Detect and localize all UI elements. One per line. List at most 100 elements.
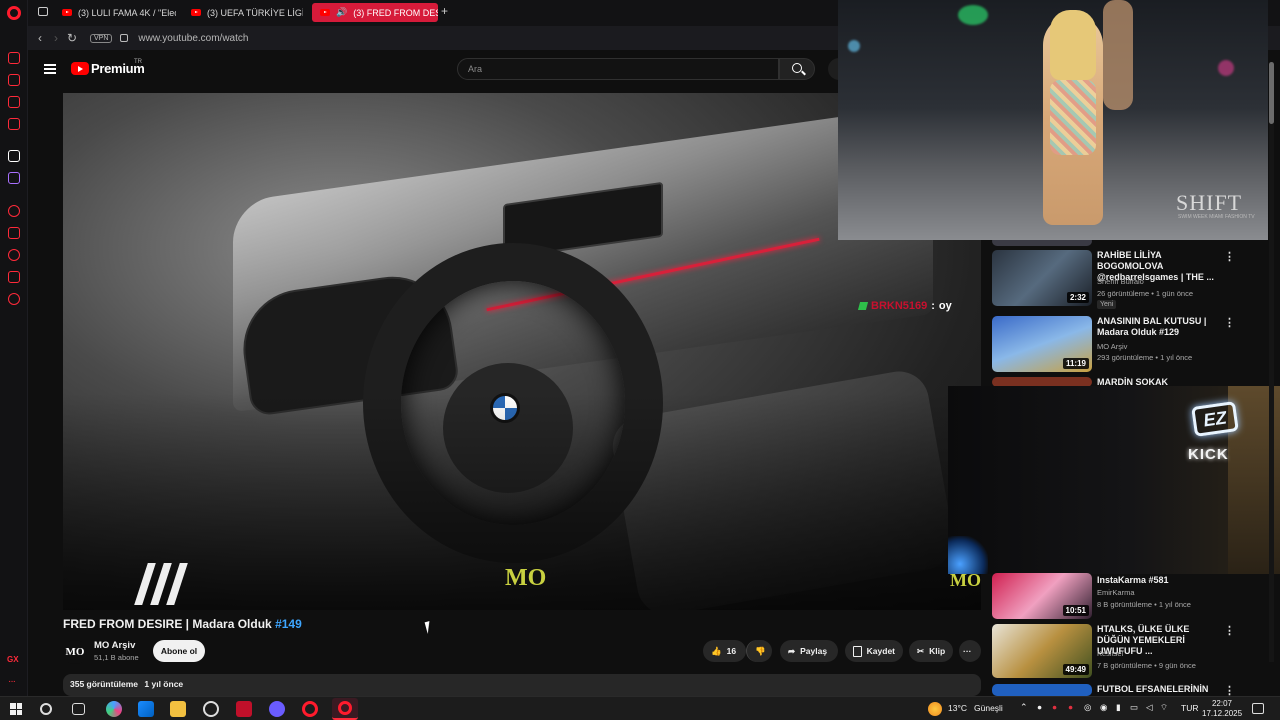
clock[interactable]: 22:07 17.12.2025	[1202, 699, 1242, 719]
subscribe-button[interactable]: Abone ol	[153, 640, 205, 662]
share-button[interactable]: ➦ Paylaş	[780, 640, 838, 662]
twitch-icon[interactable]	[8, 172, 20, 184]
video-thumbnail[interactable]: 11:19	[992, 316, 1092, 372]
channel-name[interactable]: Sheriff Buffalo	[1097, 277, 1144, 286]
scrollbar-thumb[interactable]	[1269, 62, 1274, 124]
discord-icon[interactable]	[269, 701, 285, 717]
steam-icon[interactable]	[203, 701, 219, 717]
video-title[interactable]: InstaKarma #581	[1097, 575, 1223, 586]
channel-name[interactable]: Kesitsel	[1097, 649, 1123, 658]
back-arrow-icon[interactable]	[8, 52, 20, 64]
clip-button[interactable]: ✂ Klip	[909, 640, 953, 662]
video-duration: 49:49	[1062, 664, 1089, 675]
video-meta: 8 B görüntüleme • 1 yıl önce	[1097, 600, 1191, 609]
weather-desc[interactable]: Güneşli	[974, 703, 1003, 713]
tab-overview-icon[interactable]	[38, 7, 48, 16]
more-icon[interactable]: ···	[8, 676, 16, 687]
channel-avatar[interactable]: MO	[63, 640, 87, 664]
microphone-icon[interactable]: ▮	[1116, 702, 1121, 713]
tray-app-icon[interactable]: ◉	[1100, 702, 1107, 713]
video-duration: 10:51	[1062, 605, 1089, 616]
reload-icon[interactable]: ↻	[64, 31, 80, 45]
more-options-icon[interactable]: ⋮	[1224, 250, 1235, 263]
wifi-icon[interactable]: ⌔	[1160, 702, 1168, 713]
task-view-icon[interactable]	[72, 703, 85, 715]
recommendation-item[interactable]: 2:32 RAHİBE LİLİYA BOGOMOLOVA @redbarrel…	[992, 250, 1242, 310]
weather-temp[interactable]: 13°C	[948, 703, 967, 713]
language-indicator[interactable]: TUR	[1181, 703, 1198, 713]
video-title[interactable]: ANASININ BAL KUTUSU | Madara Olduk #129	[1097, 316, 1223, 338]
more-options-icon[interactable]: ⋮	[1224, 316, 1235, 329]
opera-icon[interactable]	[302, 701, 318, 717]
video-thumbnail[interactable]: 10:51	[992, 573, 1092, 619]
forward-icon[interactable]: ›	[48, 31, 64, 45]
channel-name[interactable]: MO Arşiv	[94, 640, 135, 651]
tray-app-icon[interactable]: ◎	[1084, 702, 1091, 713]
recommendation-item[interactable]: 49:49 HTALKS, ÜLKE ÜLKE DÜĞÜN YEMEKLERİ …	[992, 624, 1242, 680]
share-icon: ➦	[788, 645, 796, 656]
new-tab-button[interactable]: +	[441, 4, 448, 18]
hashtag-link[interactable]: #149	[275, 617, 302, 631]
copilot-icon[interactable]	[106, 701, 122, 717]
tray-app-icon[interactable]: ●	[1037, 702, 1042, 712]
history-icon[interactable]	[8, 249, 20, 261]
messenger-icon[interactable]	[8, 96, 20, 108]
speaker-icon[interactable]: 🔊	[336, 7, 347, 18]
instagram-icon[interactable]	[8, 118, 20, 130]
save-button[interactable]: Kaydet	[845, 640, 903, 662]
more-options-icon[interactable]: ⋮	[1224, 684, 1235, 696]
channel-name[interactable]: MO Arşiv	[1097, 342, 1127, 351]
youtube-logo-icon[interactable]	[71, 62, 89, 75]
player-icon[interactable]	[8, 205, 20, 217]
video-editor-icon[interactable]	[236, 701, 252, 717]
tray-app-icon[interactable]: ●	[1068, 702, 1073, 712]
scrollbar[interactable]	[1269, 62, 1274, 662]
recommendation-partial[interactable]: FUTBOL EFSANELERİNİN EN ⋮	[992, 684, 1242, 696]
tab-luli-fama[interactable]: (3) LULI FAMA 4K / "Elect	[54, 3, 176, 22]
upload-age: 1 yıl önce	[144, 679, 184, 689]
description-box[interactable]: 355 görüntüleme 1 yıl önce	[63, 674, 981, 696]
picture-in-picture-video[interactable]: SHIFT SWIM WEEK MIAMI FASHION TV	[838, 0, 1268, 240]
network-icon[interactable]: ▭	[1130, 702, 1138, 713]
back-icon[interactable]: ‹	[32, 31, 48, 45]
lock-icon[interactable]	[120, 34, 129, 42]
url-field[interactable]: www.youtube.com/watch	[138, 33, 248, 44]
video-thumbnail[interactable]: 2:32	[992, 250, 1092, 306]
search-icon[interactable]	[40, 703, 52, 715]
gx-label[interactable]: GX	[7, 655, 19, 664]
opera-gx-active-icon[interactable]	[332, 698, 358, 720]
more-options-icon[interactable]: ⋮	[1224, 624, 1235, 637]
extensions-icon[interactable]	[8, 271, 20, 283]
tab-fred-from-desire[interactable]: 🔊 (3) FRED FROM DESIR	[312, 3, 438, 22]
menu-icon[interactable]	[44, 64, 56, 74]
start-button[interactable]	[10, 703, 22, 715]
chat-separator: :	[931, 300, 935, 312]
video-thumbnail[interactable]: 49:49	[992, 624, 1092, 678]
more-actions-button[interactable]: ···	[959, 640, 981, 662]
bag-icon[interactable]	[8, 74, 20, 86]
dislike-button[interactable]: 👎	[746, 640, 772, 662]
video-title[interactable]: FUTBOL EFSANELERİNİN EN	[1097, 684, 1223, 696]
recommendation-item[interactable]: 10:51 InstaKarma #581 EmirKarma 8 B görü…	[992, 573, 1242, 619]
file-explorer-icon[interactable]	[170, 701, 186, 717]
search-input[interactable]: Ara	[457, 58, 779, 80]
tab-uefa-turkiye[interactable]: (3) UEFA TÜRKİYE LİGİ |	[183, 3, 303, 22]
channel-name[interactable]: EmirKarma	[1097, 588, 1135, 597]
notifications-icon[interactable]	[1252, 703, 1264, 714]
tiktok-icon[interactable]	[8, 150, 20, 162]
tray-app-icon[interactable]: ●	[1052, 702, 1057, 712]
recommendation-item[interactable]: 11:19 ANASININ BAL KUTUSU | Madara Olduk…	[992, 316, 1242, 374]
opera-logo-icon[interactable]	[7, 6, 21, 20]
settings-icon[interactable]	[8, 293, 20, 305]
like-button[interactable]: 👍 16	[703, 640, 746, 662]
tray-chevron-icon[interactable]: ⌃	[1020, 702, 1028, 713]
bookmark-icon[interactable]	[8, 227, 20, 239]
mail-icon[interactable]	[138, 701, 154, 717]
search-button[interactable]	[779, 58, 815, 80]
shift-logo-subtitle: SWIM WEEK MIAMI FASHION TV	[1178, 214, 1255, 220]
weather-sun-icon[interactable]	[928, 702, 942, 716]
tab-label: (3) LULI FAMA 4K / "Elect	[78, 7, 176, 18]
video-thumbnail[interactable]	[992, 684, 1092, 696]
volume-icon[interactable]: ◁	[1146, 702, 1153, 713]
vpn-badge[interactable]: VPN	[90, 33, 113, 43]
